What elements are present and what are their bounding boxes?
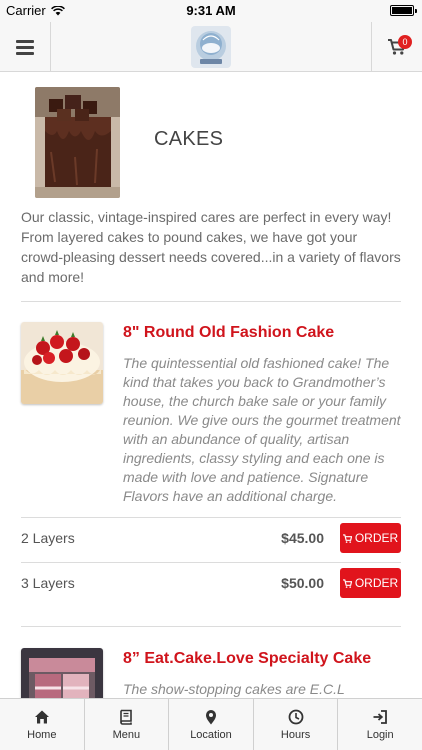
item-description: The quintessential old fashioned cake! T… — [123, 355, 401, 504]
option-label: 2 Layers — [21, 530, 75, 546]
menu-content[interactable]: CAKES Our classic, vintage-inspired care… — [0, 73, 422, 698]
category-image-chocolate-cake — [35, 87, 120, 198]
tab-home[interactable]: Home — [0, 699, 85, 750]
home-icon — [34, 710, 49, 723]
option-label: 3 Layers — [21, 575, 75, 591]
clock-time: 9:31 AM — [186, 3, 236, 18]
cart-plus-icon — [342, 533, 352, 543]
tab-hours[interactable]: Hours — [254, 699, 339, 750]
status-bar: Carrier 9:31 AM — [0, 0, 422, 22]
book-icon — [120, 709, 133, 725]
category-title: CAKES — [154, 128, 224, 150]
tab-label: Location — [190, 728, 232, 741]
option-price: $50.00 — [281, 575, 324, 591]
hamburger-menu-button[interactable] — [0, 22, 51, 72]
tab-label: Menu — [112, 728, 141, 741]
tab-label: Login — [366, 728, 394, 741]
nav-bar: 0 — [0, 22, 422, 72]
tab-login[interactable]: Login — [338, 699, 422, 750]
clock-icon — [288, 709, 303, 724]
order-button-label: ORDER — [354, 576, 399, 590]
divider — [21, 301, 401, 302]
divider — [21, 626, 401, 627]
tab-label: Hours — [280, 728, 311, 741]
cart-plus-icon — [342, 578, 352, 588]
order-button[interactable]: ORDER — [340, 523, 401, 553]
tab-location[interactable]: Location — [169, 699, 254, 750]
cart-count-badge: 0 — [398, 35, 412, 49]
item-title[interactable]: 8" Round Old Fashion Cake — [123, 324, 334, 342]
item-image-strawberry-cake[interactable] — [21, 322, 103, 404]
map-pin-icon — [205, 709, 216, 724]
hamburger-icon — [16, 39, 34, 55]
option-price: $45.00 — [281, 530, 324, 546]
order-button[interactable]: ORDER — [340, 568, 401, 598]
order-button-label: ORDER — [354, 531, 399, 545]
option-row: 3 Layers $50.00 ORDER — [21, 562, 401, 607]
cart-button[interactable]: 0 — [371, 22, 422, 72]
item-description: The show-stopping cakes are E.C.L Origin… — [123, 681, 345, 697]
restaurant-logo — [191, 26, 231, 68]
option-row: 2 Layers $45.00 ORDER — [21, 517, 401, 562]
bottom-tab-bar: Home Menu Location Hours Login — [0, 698, 422, 750]
login-icon — [373, 709, 388, 724]
tab-menu[interactable]: Menu — [85, 699, 170, 750]
item-title[interactable]: 8” Eat.Cake.Love Specialty Cake — [123, 650, 371, 668]
tab-label: Home — [27, 728, 57, 741]
battery-icon — [390, 5, 417, 16]
item-image-specialty-cake[interactable] — [21, 648, 103, 698]
category-description: Our classic, vintage-inspired cares are … — [21, 209, 401, 285]
